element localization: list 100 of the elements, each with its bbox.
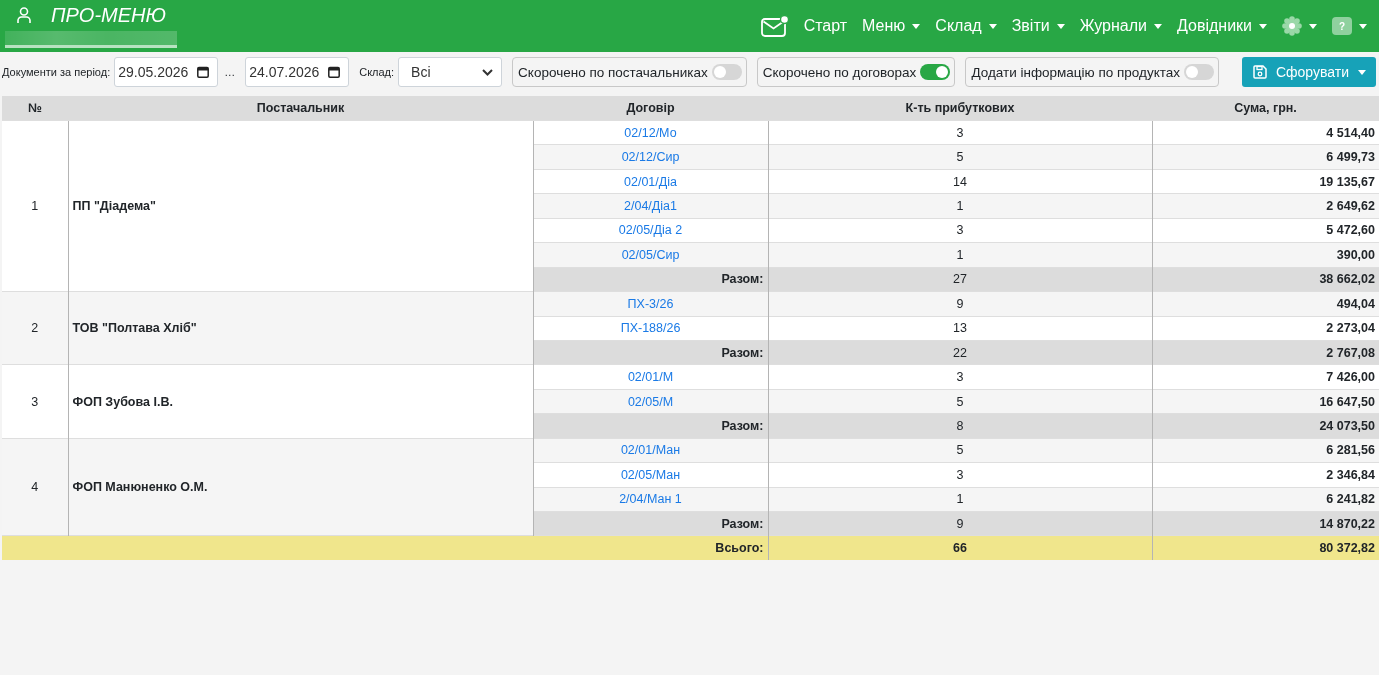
table-cell: ФОП Манюненко О.М. xyxy=(68,438,533,536)
date-field[interactable]: 24.07.2026 xyxy=(245,57,350,87)
app-title[interactable]: ПРО-МЕНЮ xyxy=(51,4,166,26)
nav-link[interactable]: Старт xyxy=(803,13,848,39)
table-cell: 3 xyxy=(768,364,1152,390)
contract-link[interactable]: 02/12/Сир xyxy=(621,150,680,165)
toggle-option[interactable]: Скорочено по договорах xyxy=(756,57,956,87)
table-cell: 494,04 xyxy=(1152,291,1379,316)
help-bubble: ? xyxy=(1332,17,1352,35)
nav-menu[interactable]: Звіти xyxy=(1011,13,1065,39)
caret-icon xyxy=(1309,23,1317,29)
contract-link[interactable]: 02/01/Діа xyxy=(624,174,677,189)
table-cell: 1 xyxy=(768,242,1152,268)
table-cell: 9 xyxy=(768,291,1152,316)
nav-menu[interactable]: Довідники xyxy=(1177,13,1267,39)
toggle-option[interactable]: Скорочено по постачальниках xyxy=(512,57,747,87)
table-cell: 22 xyxy=(768,340,1152,365)
contract-link[interactable]: ПХ-3/26 xyxy=(627,296,674,311)
contract-link[interactable]: 02/05/Сир xyxy=(621,247,680,262)
table-cell: 2 273,04 xyxy=(1152,316,1379,341)
caret-icon xyxy=(988,23,997,29)
table-cell: 2 346,84 xyxy=(1152,462,1379,488)
table-cell: 19 135,67 xyxy=(1152,169,1379,194)
table-cell: 14 870,22 xyxy=(1152,511,1379,536)
caret-icon xyxy=(1056,23,1065,29)
contract-link[interactable]: 02/12/Мо xyxy=(624,125,677,140)
column-header: Договір xyxy=(533,96,768,121)
contract-link[interactable]: 2/04/Ман 1 xyxy=(619,492,682,507)
chevron-down-icon xyxy=(482,68,494,76)
table-cell: Разом: xyxy=(533,413,768,439)
table-cell: Разом: xyxy=(533,511,768,536)
table-cell: 14 xyxy=(768,169,1152,194)
toggle-switch[interactable] xyxy=(920,64,951,80)
warehouse-select[interactable]: Всі xyxy=(398,57,503,87)
table-cell: ПП "Діадема" xyxy=(68,120,533,292)
contract-link[interactable]: ПХ-188/26 xyxy=(620,321,681,336)
table-cell: 13 xyxy=(768,316,1152,341)
nav-menu[interactable]: Журнали xyxy=(1079,13,1162,39)
table-cell: 3 xyxy=(768,218,1152,243)
table-cell: 390,00 xyxy=(1152,242,1379,268)
user-icon xyxy=(17,7,31,23)
nav-menu[interactable]: Меню xyxy=(862,13,921,39)
table-cell: 5 xyxy=(768,144,1152,170)
toggle-option[interactable]: Додати інформацію по продуктах xyxy=(965,57,1219,87)
range-separator: … xyxy=(224,66,236,78)
column-header: Постачальник xyxy=(68,96,533,121)
contract-link[interactable]: 02/05/М xyxy=(627,394,674,409)
table-cell: 2 767,08 xyxy=(1152,340,1379,365)
table-cell: 24 073,50 xyxy=(1152,413,1379,439)
table-cell: 2 649,62 xyxy=(1152,193,1379,219)
generate-button[interactable]: Сфорувати xyxy=(1241,57,1376,87)
table-cell: ТОВ "Полтава Хліб" xyxy=(68,291,533,365)
table-cell: 3 xyxy=(2,364,68,439)
table-cell: 6 499,73 xyxy=(1152,144,1379,170)
table-cell: 6 241,82 xyxy=(1152,487,1379,512)
table-cell: Разом: xyxy=(533,267,768,292)
table-cell: 38 662,02 xyxy=(1152,267,1379,292)
table-cell: 9 xyxy=(768,511,1152,536)
toggle-switch[interactable] xyxy=(711,64,742,80)
table-cell: 4 514,40 xyxy=(1152,120,1379,145)
contract-link[interactable]: 02/05/Діа 2 xyxy=(618,223,683,238)
table-cell: 4 xyxy=(2,438,68,536)
table-cell: 8 xyxy=(768,413,1152,439)
table-cell: 5 xyxy=(768,438,1152,463)
table-cell: 1 xyxy=(2,120,68,292)
table-cell: Всього: xyxy=(2,535,768,561)
date-field[interactable]: 29.05.2026 xyxy=(114,57,219,87)
table-cell: 5 472,60 xyxy=(1152,218,1379,243)
table-cell: Разом: xyxy=(533,340,768,365)
table-cell: 2 xyxy=(2,291,68,365)
calendar-icon xyxy=(328,66,341,78)
table-cell: 6 281,56 xyxy=(1152,438,1379,463)
period-label: Документи за період: xyxy=(2,66,111,78)
contract-link[interactable]: 02/05/Ман xyxy=(620,467,681,482)
contract-link[interactable]: 02/01/Ман xyxy=(620,443,681,458)
caret-icon xyxy=(1358,69,1366,75)
warehouse-label: Склад: xyxy=(359,66,395,78)
table-cell: 3 xyxy=(768,120,1152,145)
nav-menu[interactable]: Склад xyxy=(935,13,997,39)
settings-icon xyxy=(1282,16,1302,36)
contract-link[interactable]: 2/04/Діа1 xyxy=(624,199,677,214)
table-cell: 1 xyxy=(768,487,1152,512)
column-header: Сума, грн. xyxy=(1152,96,1379,121)
table-cell: 7 426,00 xyxy=(1152,364,1379,390)
caret-icon xyxy=(1259,23,1267,29)
table-cell: 3 xyxy=(768,462,1152,488)
table-cell: 5 xyxy=(768,389,1152,414)
caret-icon xyxy=(1359,23,1367,29)
table-cell: 66 xyxy=(768,535,1152,561)
table-cell: 80 372,82 xyxy=(1152,535,1379,561)
column-header: К-ть прибуткових xyxy=(768,96,1152,121)
contract-link[interactable]: 02/01/М xyxy=(627,370,674,385)
table-cell: 1 xyxy=(768,193,1152,219)
table-cell: ФОП Зубова І.В. xyxy=(68,364,533,439)
table-cell: 27 xyxy=(768,267,1152,292)
calendar-icon xyxy=(197,66,210,78)
caret-icon xyxy=(912,23,921,29)
table-cell: 16 647,50 xyxy=(1152,389,1379,414)
toggle-switch[interactable] xyxy=(1184,64,1214,80)
caret-icon xyxy=(1154,23,1162,29)
